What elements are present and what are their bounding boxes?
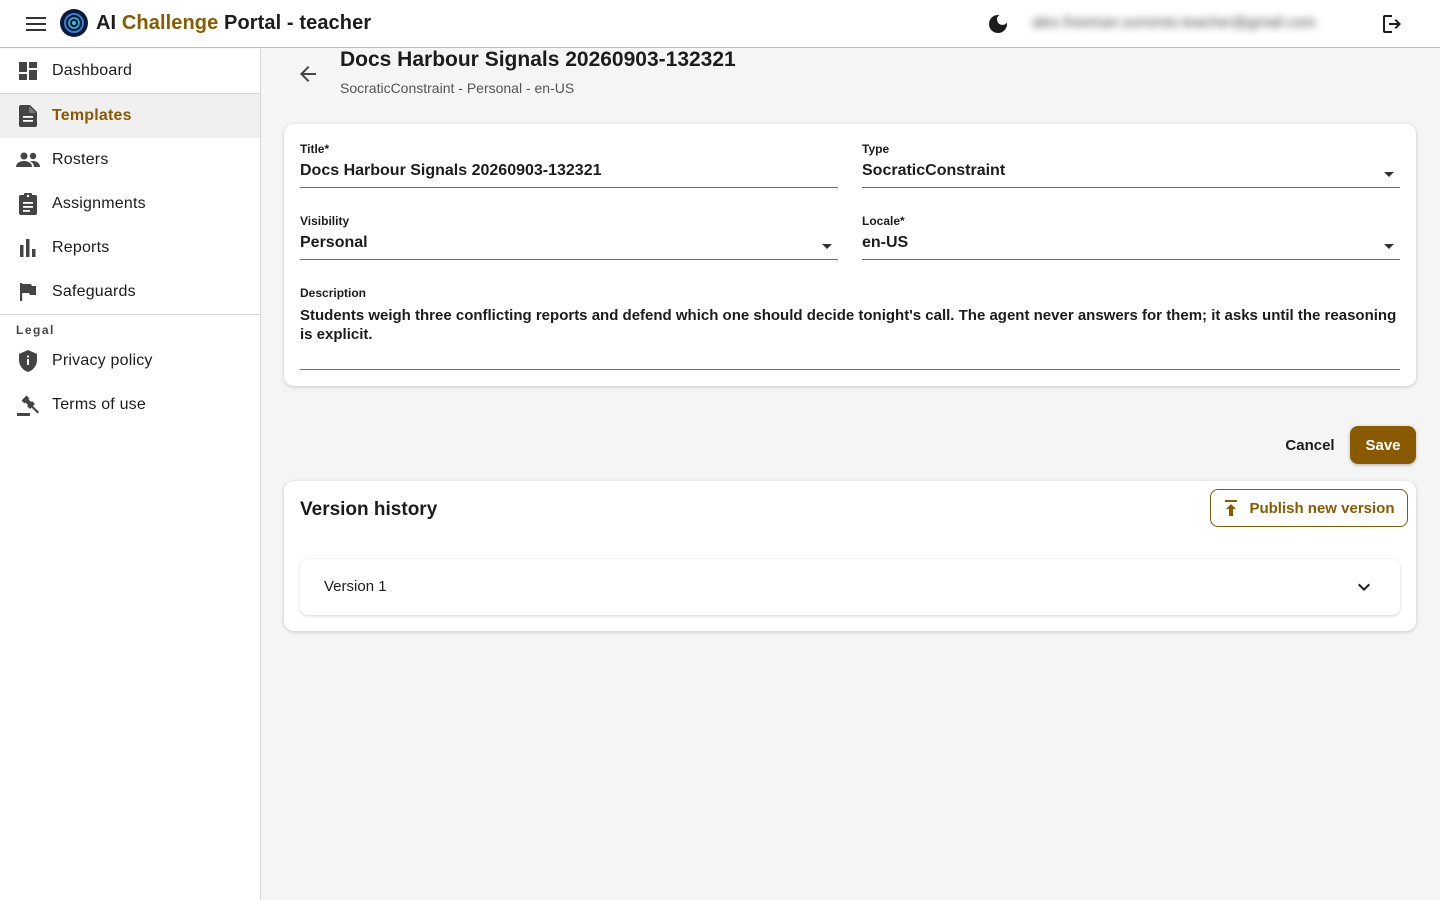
sidebar-item-label: Dashboard <box>52 62 133 79</box>
version-history-heading: Version history <box>300 499 438 520</box>
dropdown-arrow-icon[interactable] <box>822 244 832 249</box>
sidebar-item-reports[interactable]: Reports <box>0 226 260 270</box>
field-underline <box>300 369 1400 370</box>
sidebar-item-label: Assignments <box>52 195 146 212</box>
user-email: alex.freeman.sorrento.teacher@gmail.com <box>1032 14 1316 31</box>
description-field-label: Description <box>300 286 367 300</box>
sidebar: Dashboard Templates Rosters Assignments … <box>0 49 261 900</box>
sidebar-item-templates[interactable]: Templates <box>0 94 260 138</box>
title-field[interactable]: Title* Docs Harbour Signals 20260903-132… <box>300 142 838 188</box>
shield-icon <box>16 349 40 373</box>
bar-chart-icon <box>16 236 40 260</box>
field-underline <box>862 259 1400 260</box>
sidebar-item-assignments[interactable]: Assignments <box>0 182 260 226</box>
back-arrow-icon[interactable] <box>296 62 320 86</box>
description-field[interactable]: Description Students weigh three conflic… <box>300 286 1400 370</box>
app-title-part2: Portal - teacher <box>218 12 372 34</box>
locale-select-label: Locale* <box>862 214 905 228</box>
type-select[interactable]: Type SocraticConstraint <box>862 142 1400 188</box>
page-subtitle: SocraticConstraint - Personal - en-US <box>340 80 575 96</box>
publish-upload-icon <box>1223 500 1239 516</box>
sidebar-item-label: Terms of use <box>52 396 146 413</box>
version-row[interactable]: Version 1 <box>300 559 1400 615</box>
sidebar-item-safeguards[interactable]: Safeguards <box>0 270 260 314</box>
publish-new-version-label: Publish new version <box>1249 499 1395 517</box>
publish-new-version-button[interactable]: Publish new version <box>1210 489 1408 527</box>
top-app-bar: AI Challenge Portal - teacher alex.freem… <box>0 0 1440 48</box>
cancel-button[interactable]: Cancel <box>1278 428 1342 462</box>
sidebar-item-label: Privacy policy <box>52 352 153 369</box>
sidebar-item-label: Reports <box>52 239 110 256</box>
version-history-card: Version history Publish new version Vers… <box>284 481 1416 631</box>
sidebar-item-label: Safeguards <box>52 283 136 300</box>
visibility-select-value[interactable]: Personal <box>300 234 838 252</box>
dropdown-arrow-icon[interactable] <box>1384 244 1394 249</box>
sidebar-item-privacy-policy[interactable]: Privacy policy <box>0 339 260 383</box>
locale-select[interactable]: Locale* en-US <box>862 214 1400 260</box>
logo-icon <box>60 9 88 37</box>
clipboard-icon <box>16 192 40 216</box>
sidebar-item-label: Rosters <box>52 151 109 168</box>
sidebar-item-rosters[interactable]: Rosters <box>0 138 260 182</box>
legal-heading: Legal <box>16 323 55 337</box>
locale-select-value[interactable]: en-US <box>862 234 1400 252</box>
type-select-value[interactable]: SocraticConstraint <box>862 162 1400 180</box>
field-underline <box>300 187 838 188</box>
save-button[interactable]: Save <box>1350 426 1416 464</box>
field-underline <box>300 259 838 260</box>
dashboard-icon <box>16 59 40 83</box>
sidebar-item-label: Templates <box>52 107 132 124</box>
description-field-value[interactable]: Students weigh three conflicting reports… <box>300 306 1400 344</box>
type-select-label: Type <box>862 142 890 156</box>
logout-icon[interactable] <box>1380 12 1404 36</box>
dark-mode-moon-icon[interactable] <box>986 12 1010 36</box>
template-form-card: Title* Docs Harbour Signals 20260903-132… <box>284 124 1416 386</box>
field-underline <box>862 187 1400 188</box>
visibility-select-label: Visibility <box>300 214 350 228</box>
title-field-label: Title* <box>300 142 330 156</box>
app-title-accent: Challenge <box>121 12 219 34</box>
people-icon <box>16 148 40 172</box>
dropdown-arrow-icon[interactable] <box>1384 172 1394 177</box>
sidebar-item-terms-of-use[interactable]: Terms of use <box>0 383 260 427</box>
menu-icon[interactable] <box>24 13 48 35</box>
app-title-part1: AI <box>96 12 122 34</box>
page-title: Docs Harbour Signals 20260903-132321 <box>340 48 736 71</box>
app-title: AI Challenge Portal - teacher <box>96 12 371 35</box>
flag-icon <box>16 280 40 304</box>
visibility-select[interactable]: Visibility Personal <box>300 214 838 260</box>
gavel-icon <box>16 393 40 417</box>
chevron-down-icon[interactable] <box>1352 575 1376 599</box>
document-icon <box>16 104 40 128</box>
version-row-label: Version 1 <box>324 578 387 595</box>
title-field-value[interactable]: Docs Harbour Signals 20260903-132321 <box>300 162 838 180</box>
sidebar-item-dashboard[interactable]: Dashboard <box>0 49 260 93</box>
